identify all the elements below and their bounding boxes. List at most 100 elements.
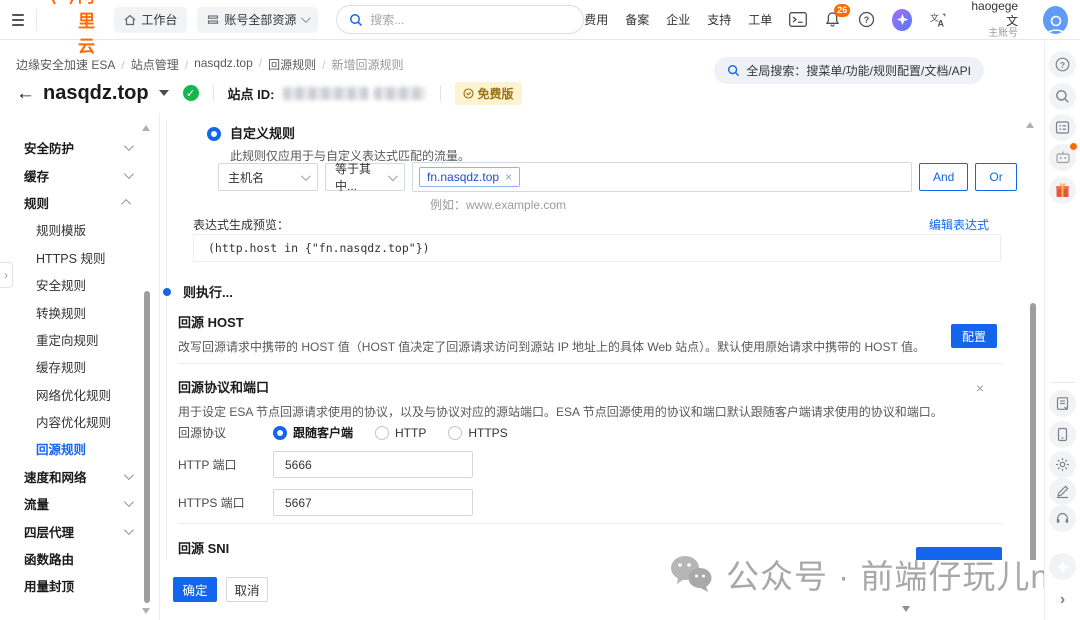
workbench-button[interactable]: 工作台 xyxy=(114,7,187,33)
help-icon[interactable]: ? xyxy=(858,11,875,28)
protocol-radio-group: 跟随客户端 HTTP HTTPS xyxy=(273,424,508,441)
chevron-down-icon xyxy=(124,470,134,480)
username: haogege文 xyxy=(966,0,1018,28)
user-info[interactable]: haogege文 主账号 xyxy=(966,0,1018,40)
operator-select[interactable]: 等于其中... xyxy=(325,163,405,191)
http-port-row: HTTP 端口 xyxy=(178,451,473,478)
content-scroll-up-icon[interactable] xyxy=(1026,122,1034,128)
site-switch-caret-icon[interactable] xyxy=(159,90,169,96)
breadcrumb-origin-rules[interactable]: 回源规则 xyxy=(268,56,325,73)
sidebar-item-function-routes[interactable]: 函数路由 xyxy=(0,545,159,572)
sidebar-item-content-optimization-rules[interactable]: 内容优化规则 xyxy=(0,408,159,435)
configure-button[interactable]: 配置 xyxy=(951,324,997,348)
rail-gift-icon[interactable] xyxy=(1049,177,1076,204)
content-scrollbar[interactable] xyxy=(1030,303,1036,560)
rail-support-headset-icon[interactable] xyxy=(1049,505,1076,532)
protocol-option-https[interactable]: HTTPS xyxy=(448,426,507,440)
breadcrumb-site[interactable]: nasqdz.top xyxy=(194,56,262,73)
sidebar-group-rules[interactable]: 规则 xyxy=(0,189,159,216)
page-title[interactable]: nasqdz.top xyxy=(43,82,149,105)
nav-item-billing[interactable]: 费用 xyxy=(584,11,608,28)
https-port-input[interactable] xyxy=(273,489,473,516)
back-arrow-icon[interactable]: ← xyxy=(16,84,35,103)
sidebar-group-traffic[interactable]: 流量 xyxy=(0,490,159,517)
chevron-down-icon xyxy=(124,141,134,151)
global-search-pill[interactable]: 全局搜索：搜菜单/功能/规则配置/文档/API xyxy=(714,57,984,84)
partially-hidden-blue-button[interactable] xyxy=(916,547,1002,560)
rail-help-icon[interactable]: ? xyxy=(1049,51,1076,78)
value-hint: 例如：www.example.com xyxy=(430,196,566,213)
rail-docs-icon[interactable] xyxy=(1049,390,1076,417)
breadcrumb-esa[interactable]: 边缘安全加速 ESA xyxy=(16,56,125,73)
search-input[interactable] xyxy=(370,13,571,27)
then-execute-row: 则执行... xyxy=(160,282,233,301)
aliyun-logo-text: 阿里云 xyxy=(78,0,100,57)
sidebar-group-speed-network[interactable]: 速度和网络 xyxy=(0,463,159,490)
rail-feedback-pencil-icon[interactable] xyxy=(1049,478,1076,505)
sidebar-item-transform-rules[interactable]: 转换规则 xyxy=(0,298,159,325)
bell-badge: 26 xyxy=(834,4,850,17)
and-button[interactable]: And xyxy=(919,163,968,191)
sidebar-item-security-rules[interactable]: 安全规则 xyxy=(0,271,159,298)
drawer-footer: 确定 取消 xyxy=(160,560,1044,620)
rail-robot-icon[interactable] xyxy=(1049,144,1076,171)
sidebar-group-layer4-proxy[interactable]: 四层代理 xyxy=(0,517,159,544)
or-button[interactable]: Or xyxy=(975,163,1016,191)
rail-assistant-plane-icon[interactable] xyxy=(1049,553,1076,580)
protocol-option-http[interactable]: HTTP xyxy=(375,426,426,440)
confirm-button[interactable]: 确定 xyxy=(173,577,217,602)
sidebar-item-usage-cap[interactable]: 用量封顶 xyxy=(0,572,159,599)
close-section-icon[interactable]: × xyxy=(976,381,984,395)
cloudshell-icon[interactable] xyxy=(789,12,807,27)
right-utility-rail: ? xyxy=(1044,41,1080,620)
step-dot-icon xyxy=(163,288,171,296)
sidebar-scroll-down-icon[interactable] xyxy=(142,608,150,614)
nav-item-support[interactable]: 支持 xyxy=(707,11,731,28)
content-scroll-down-icon[interactable] xyxy=(902,606,910,612)
sidebar-item-network-optimization-rules[interactable]: 网络优化规则 xyxy=(0,381,159,408)
field-select[interactable]: 主机名 xyxy=(218,163,318,191)
sidebar-scroll-up-icon[interactable] xyxy=(142,125,150,131)
top-navbar: (-) 阿里云 工作台 账号全部资源 费用 备案 企业 支持 工单 xyxy=(0,0,1080,40)
nav-item-icp[interactable]: 备案 xyxy=(625,11,649,28)
tag-remove-icon[interactable]: × xyxy=(505,170,512,184)
cancel-button[interactable]: 取消 xyxy=(226,577,268,602)
sidebar-item-redirect-rules[interactable]: 重定向规则 xyxy=(0,326,159,353)
http-port-input[interactable] xyxy=(273,451,473,478)
protocol-option-follow-client[interactable]: 跟随客户端 xyxy=(273,424,353,441)
account-resources-select[interactable]: 账号全部资源 xyxy=(197,7,318,33)
language-translate-icon[interactable]: 文A xyxy=(929,12,947,28)
breadcrumb-site-management[interactable]: 站点管理 xyxy=(131,56,188,73)
custom-rule-radio[interactable] xyxy=(207,127,221,141)
nav-item-enterprise[interactable]: 企业 xyxy=(666,11,690,28)
rail-settings-gear-icon[interactable] xyxy=(1049,451,1076,478)
avatar[interactable] xyxy=(1043,6,1068,34)
chevron-down-icon xyxy=(388,171,398,181)
sidebar-group-security-protection[interactable]: 安全防护 xyxy=(0,134,159,161)
notifications-bell-icon[interactable]: 26 xyxy=(824,11,841,28)
value-input[interactable]: fn.nasqdz.top × xyxy=(412,162,912,192)
hamburger-menu-icon[interactable] xyxy=(12,14,24,26)
breadcrumb-new-origin-rule: 新增回源规则 xyxy=(331,56,403,73)
edit-expression-link[interactable]: 编辑表达式 xyxy=(929,216,989,233)
plan-badge[interactable]: 免费版 xyxy=(455,82,522,105)
sidebar-item-https-rules[interactable]: HTTPS 规则 xyxy=(0,244,159,271)
sidebar-item-cache-rules[interactable]: 缓存规则 xyxy=(0,353,159,380)
sidebar-scrollbar[interactable] xyxy=(144,291,150,603)
sidebar-item-rule-template[interactable]: 规则模版 xyxy=(0,216,159,243)
sidebar-group-cache[interactable]: 缓存 xyxy=(0,161,159,188)
rail-mobile-icon[interactable] xyxy=(1049,421,1076,448)
sidebar-item-origin-rules-active[interactable]: 回源规则 xyxy=(0,435,159,462)
account-type: 主账号 xyxy=(966,28,1018,40)
sidebar-collapse-handle[interactable]: › xyxy=(0,262,13,288)
assistant-plane-icon[interactable] xyxy=(892,9,912,31)
svg-text:?: ? xyxy=(864,15,870,25)
rail-survey-icon[interactable] xyxy=(1049,114,1076,141)
workbench-label: 工作台 xyxy=(141,11,177,28)
rail-search-icon[interactable] xyxy=(1049,83,1076,110)
global-top-search[interactable] xyxy=(336,5,584,34)
rail-expand-chevron-icon[interactable]: › xyxy=(1049,586,1076,613)
aliyun-logo[interactable]: (-) 阿里云 xyxy=(48,0,100,57)
then-execute-label: 则执行... xyxy=(183,282,233,301)
nav-item-ticket[interactable]: 工单 xyxy=(748,11,772,28)
